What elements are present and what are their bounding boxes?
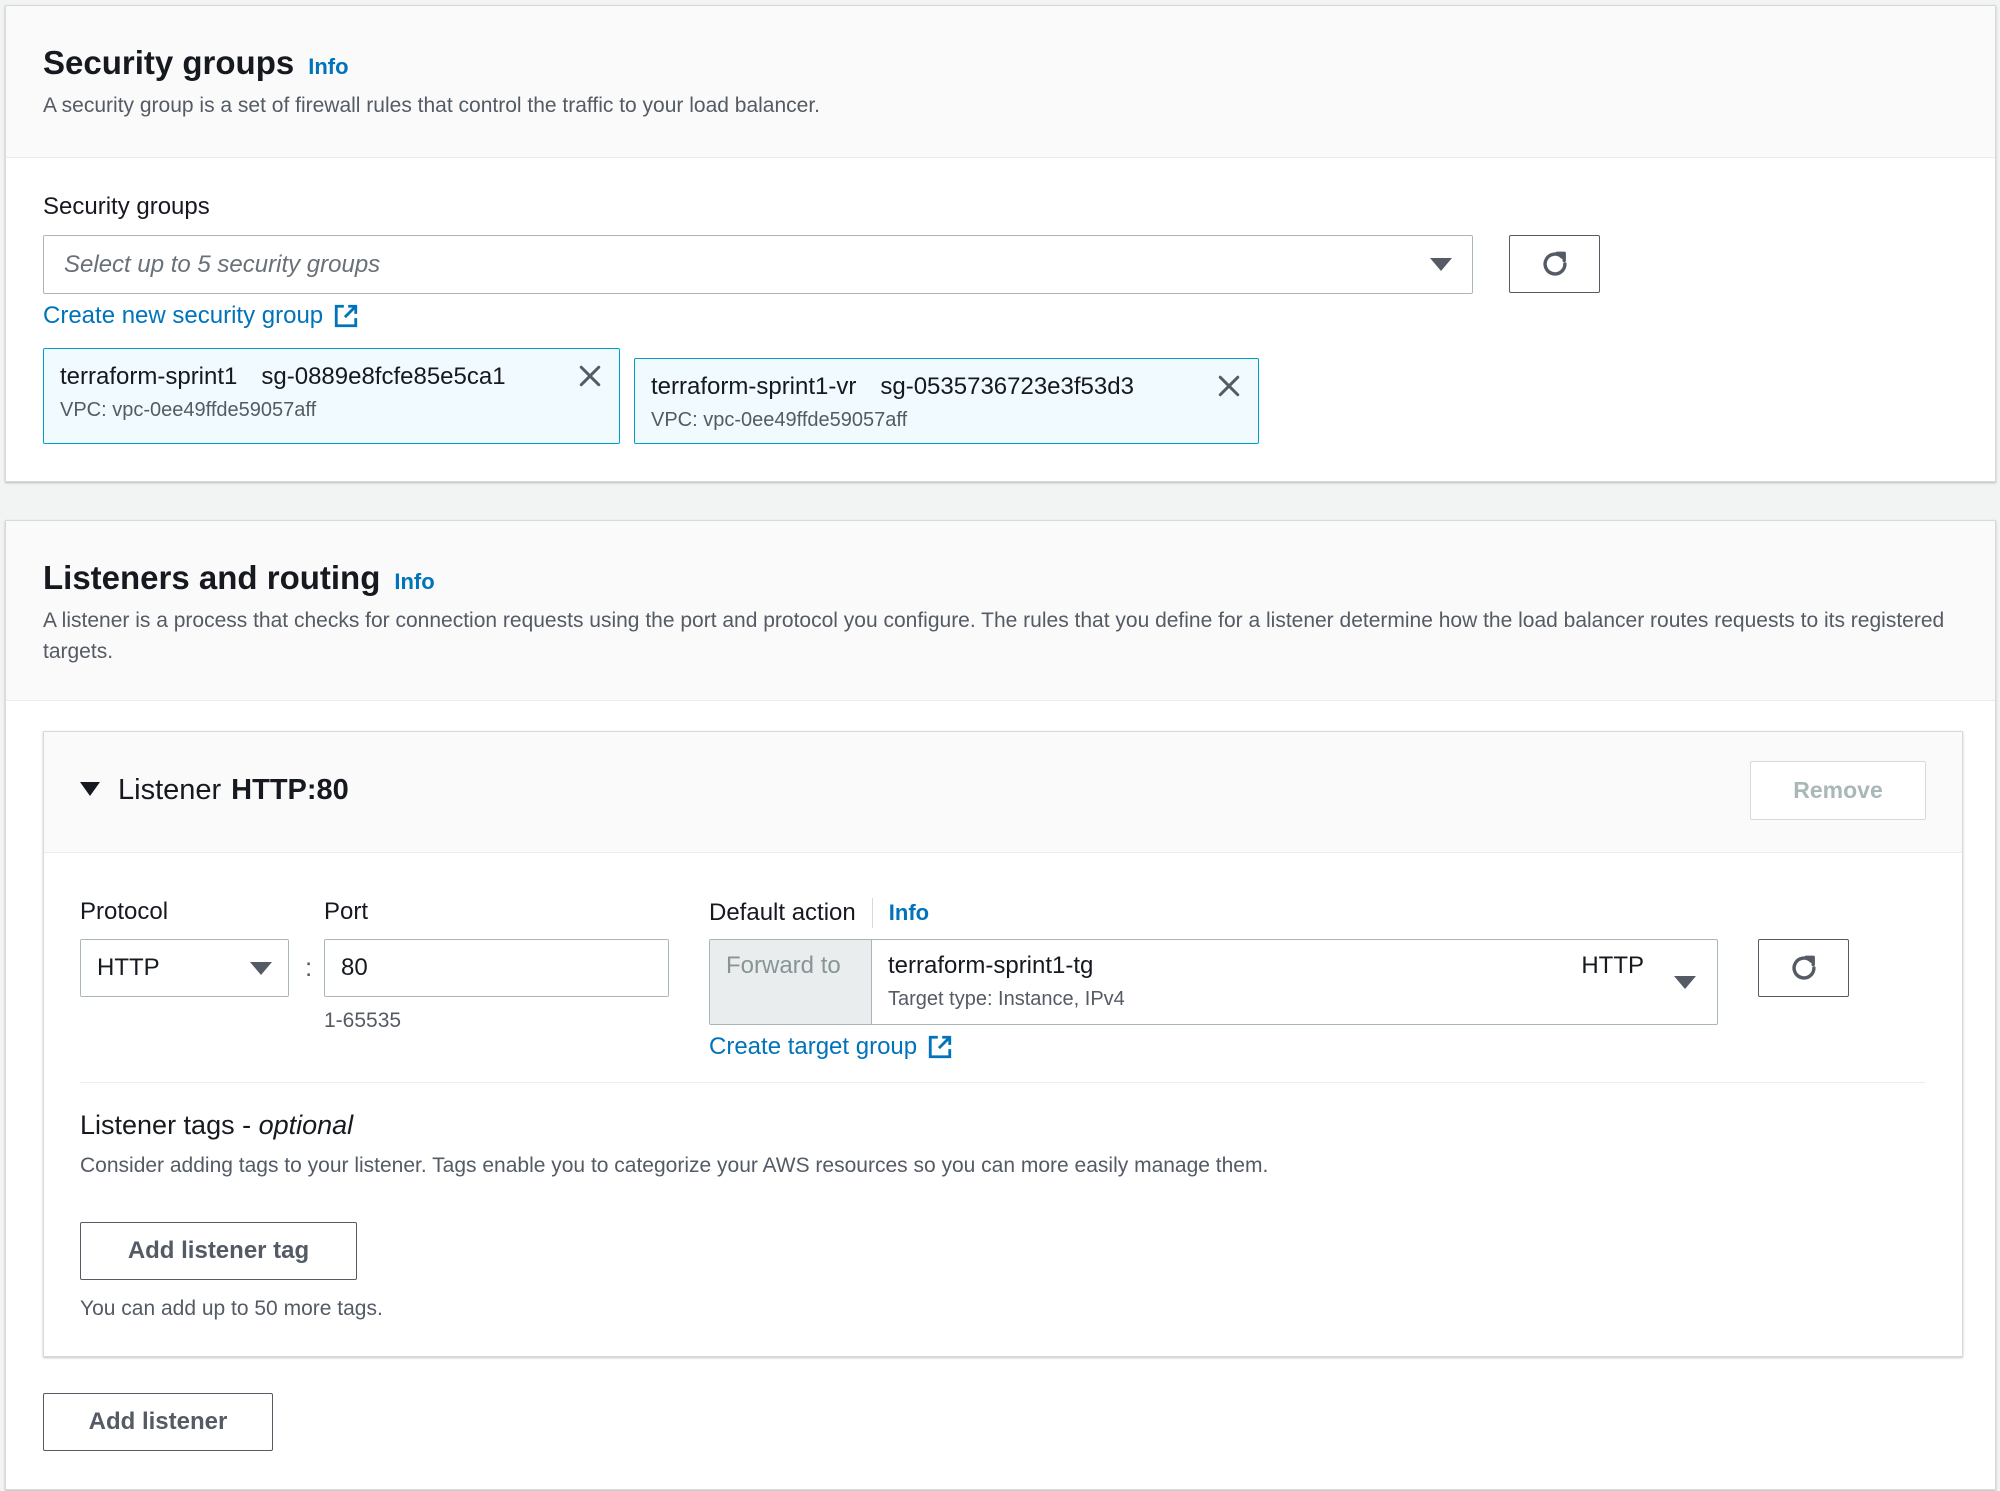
external-link-icon <box>333 303 359 329</box>
security-groups-panel: Security groups Info A security group is … <box>5 5 1996 482</box>
listener-tags-optional: optional <box>258 1110 354 1140</box>
remove-listener-button[interactable]: Remove <box>1750 761 1926 820</box>
listener-title[interactable]: Listener HTTP:80 <box>118 774 349 807</box>
protocol-label: Protocol <box>80 898 169 925</box>
token-name: terraform-sprint1 <box>60 363 238 390</box>
security-groups-header: Security groups Info A security group is … <box>6 6 1995 158</box>
default-action-label: Default action <box>709 899 856 926</box>
security-groups-select[interactable]: Select up to 5 security groups <box>43 235 1473 294</box>
listener-tags-description: Consider adding tags to your listener. T… <box>80 1154 1269 1177</box>
close-icon[interactable] <box>1214 371 1244 401</box>
token-vpc: VPC: vpc-0ee49ffde59057aff <box>651 409 908 431</box>
security-groups-description: A security group is a set of firewall ru… <box>43 94 821 117</box>
listeners-routing-panel: Listeners and routing Info A listener is … <box>5 520 1996 1490</box>
token-vpc: VPC: vpc-0ee49ffde59057aff <box>60 399 317 421</box>
listener-header: Listener HTTP:80 Remove <box>44 732 1962 853</box>
security-groups-select-placeholder: Select up to 5 security groups <box>64 250 381 278</box>
target-group-type: Target type: Instance, IPv4 <box>888 988 1125 1010</box>
protocol-select[interactable]: HTTP <box>80 939 289 997</box>
token-id: sg-0535736723e3f53d3 <box>880 373 1134 400</box>
port-hint: 1-65535 <box>324 1009 402 1032</box>
security-groups-title: Security groups <box>43 44 295 81</box>
security-groups-info-link[interactable]: Info <box>308 54 348 79</box>
add-listener-tag-button[interactable]: Add listener tag <box>80 1222 357 1280</box>
listener-name: HTTP:80 <box>231 774 349 806</box>
refresh-icon <box>1542 251 1567 276</box>
create-target-group-label: Create target group <box>709 1033 918 1060</box>
security-groups-refresh-button[interactable] <box>1509 235 1600 293</box>
refresh-icon <box>1791 955 1816 980</box>
caret-down-icon <box>1674 976 1696 989</box>
close-icon[interactable] <box>575 361 605 391</box>
target-group-protocol: HTTP <box>1581 952 1644 979</box>
port-input[interactable] <box>324 939 669 997</box>
default-action-label-row: Default action Info <box>709 898 929 928</box>
listener-container: Listener HTTP:80 Remove Protocol HTTP : P… <box>43 731 1963 1357</box>
listener-label: Listener <box>118 774 222 806</box>
default-action-group: Forward to terraform-sprint1-tg Target t… <box>709 939 1718 1025</box>
target-group-select[interactable]: terraform-sprint1-tg Target type: Instan… <box>872 940 1717 1024</box>
default-action-info-link[interactable]: Info <box>889 900 929 926</box>
create-target-group-link[interactable]: Create target group <box>709 1033 953 1061</box>
listeners-routing-header: Listeners and routing Info A listener is … <box>6 521 1995 701</box>
create-security-group-link[interactable]: Create new security group <box>43 302 359 330</box>
listener-tags-title-text: Listener tags - <box>80 1110 259 1140</box>
security-groups-field-label: Security groups <box>43 193 210 220</box>
listeners-routing-description: A listener is a process that checks for … <box>43 609 1945 663</box>
listener-tags-title: Listener tags - optional <box>80 1110 353 1141</box>
caret-down-icon[interactable] <box>80 782 100 796</box>
port-label: Port <box>324 898 369 925</box>
listeners-routing-title: Listeners and routing <box>43 559 381 596</box>
target-group-refresh-button[interactable] <box>1758 939 1849 997</box>
external-link-icon <box>927 1034 953 1060</box>
label-divider <box>871 898 873 928</box>
section-divider <box>80 1082 1925 1083</box>
caret-down-icon <box>250 961 272 975</box>
listeners-routing-info-link[interactable]: Info <box>394 569 434 594</box>
target-group-name: terraform-sprint1-tg <box>888 952 1094 979</box>
protocol-port-separator: : <box>305 952 313 982</box>
add-listener-button[interactable]: Add listener <box>43 1393 273 1451</box>
security-group-token: terraform-sprint1 sg-0889e8fcfe85e5ca1 V… <box>43 348 620 444</box>
forward-to-addon: Forward to <box>710 940 872 1024</box>
token-name: terraform-sprint1-vr <box>651 373 857 400</box>
protocol-value: HTTP <box>97 954 160 981</box>
caret-down-icon <box>1430 258 1452 271</box>
token-id: sg-0889e8fcfe85e5ca1 <box>261 363 506 390</box>
create-security-group-label: Create new security group <box>43 302 324 329</box>
listener-tags-hint: You can add up to 50 more tags. <box>80 1297 383 1320</box>
security-group-token: terraform-sprint1-vr sg-0535736723e3f53d… <box>634 358 1259 444</box>
